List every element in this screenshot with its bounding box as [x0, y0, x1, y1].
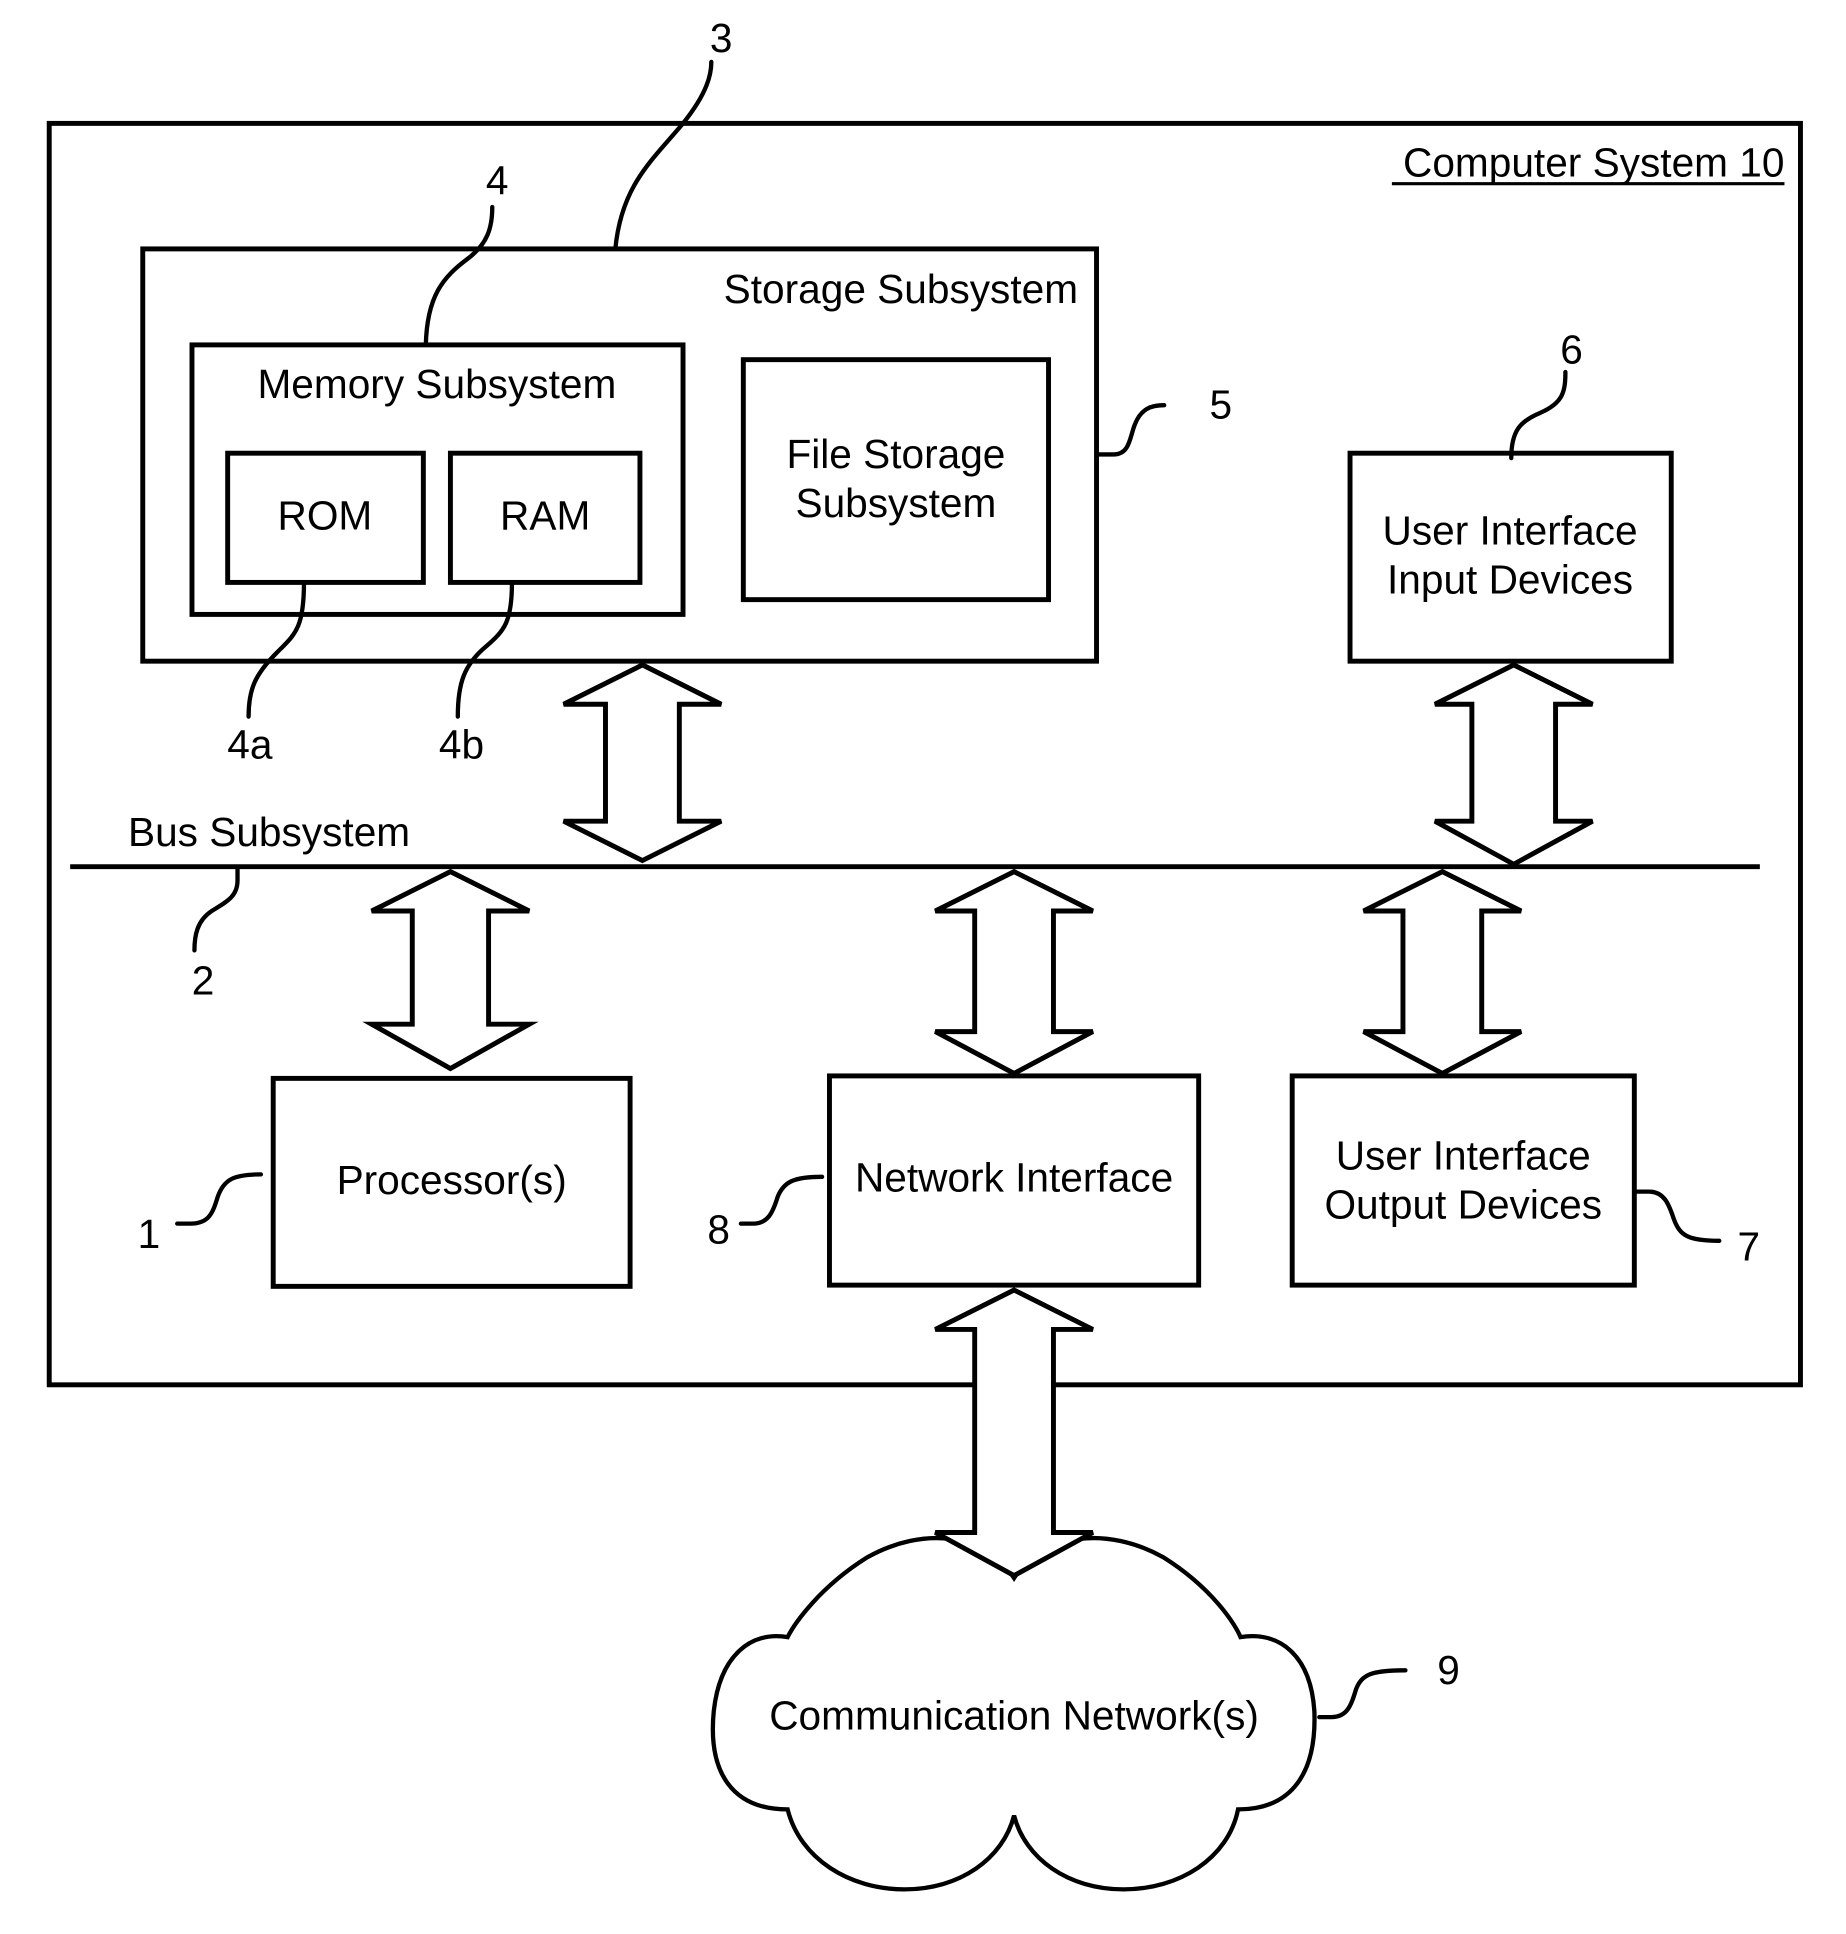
- network-interface-label: Network Interface: [855, 1155, 1173, 1201]
- file-storage-label-line2: Subsystem: [795, 480, 996, 526]
- storage-subsystem-label: Storage Subsystem: [724, 266, 1078, 312]
- ui-output-devices-box: [1289, 1073, 1637, 1288]
- bus-subsystem-label: Bus Subsystem: [128, 809, 410, 855]
- storage-ref: 3: [710, 15, 733, 61]
- file-storage-label-line1: File Storage: [786, 431, 1005, 477]
- ui-input-ref: 6: [1560, 326, 1583, 372]
- communication-network-label: Communication Network(s): [769, 1692, 1259, 1738]
- ram-ref: 4b: [439, 721, 484, 767]
- processor-label: Processor(s): [337, 1157, 567, 1203]
- processor-ref: 1: [138, 1211, 161, 1257]
- ui-input-label-line2: Input Devices: [1387, 556, 1633, 602]
- ram-label: RAM: [500, 492, 590, 538]
- computer-system-diagram: Computer System 10 Storage Subsystem 3 M…: [46, 15, 1803, 1892]
- computer-system-title: Computer System 10: [1403, 139, 1784, 185]
- file-storage-ref: 5: [1210, 382, 1233, 428]
- rom-ref: 4a: [227, 721, 273, 767]
- rom-label: ROM: [278, 492, 373, 538]
- network-ref: 9: [1437, 1647, 1460, 1693]
- network-interface-ref: 8: [707, 1206, 730, 1252]
- ui-output-ref: 7: [1737, 1224, 1760, 1270]
- network-leader-line: [1317, 1668, 1408, 1720]
- ui-output-label-line2: Output Devices: [1324, 1182, 1602, 1228]
- ui-output-label-line1: User Interface: [1336, 1132, 1591, 1178]
- memory-subsystem-label: Memory Subsystem: [257, 361, 616, 407]
- ui-input-label-line1: User Interface: [1383, 507, 1638, 553]
- bus-ref: 2: [192, 958, 215, 1004]
- memory-ref: 4: [486, 158, 509, 204]
